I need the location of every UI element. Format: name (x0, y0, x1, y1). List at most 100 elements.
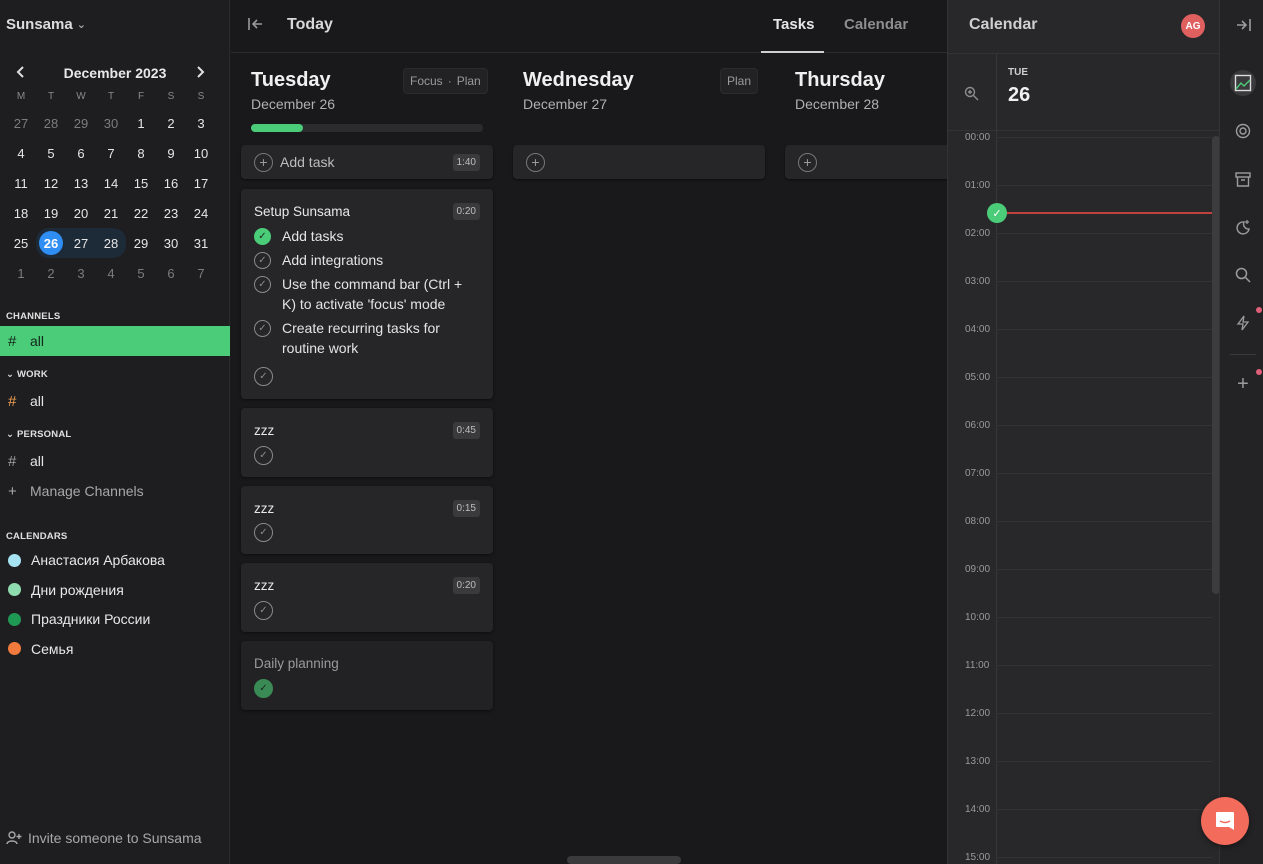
check-icon[interactable]: ✓ (254, 276, 271, 293)
manage-channels-button[interactable]: + Manage Channels (0, 476, 230, 506)
calendar-day[interactable]: 16 (156, 168, 186, 198)
calendar-day[interactable]: 14 (96, 168, 126, 198)
complete-task-toggle[interactable]: ✓ (254, 365, 474, 386)
plan-button[interactable]: Plan (457, 74, 481, 88)
hour-slot[interactable]: 06:00 (948, 420, 1220, 473)
channel-work-all[interactable]: # all (0, 386, 230, 416)
channel-personal-all[interactable]: # all (0, 446, 230, 476)
calendar-day[interactable]: 3 (186, 108, 216, 138)
calendar-day[interactable]: 26 (36, 228, 66, 258)
calendar-day[interactable]: 13 (66, 168, 96, 198)
hour-slot[interactable]: 14:00 (948, 804, 1220, 857)
hour-slot[interactable]: 02:00 (948, 228, 1220, 281)
calendar-day[interactable]: 4 (96, 258, 126, 288)
calendar-item[interactable]: Анастасия Арбакова (0, 546, 230, 574)
collapse-sidebar-icon[interactable] (248, 17, 264, 35)
hour-slot[interactable]: 08:00 (948, 516, 1220, 569)
workspace-switcher[interactable]: Sunsama ⌄ (6, 16, 86, 33)
calendar-day[interactable]: 15 (126, 168, 156, 198)
calendar-day[interactable]: 19 (36, 198, 66, 228)
hour-slot[interactable]: 10:00 (948, 612, 1220, 665)
complete-task-toggle[interactable]: ✓ (254, 521, 474, 542)
calendar-day[interactable]: 5 (126, 258, 156, 288)
calendar-day[interactable]: 21 (96, 198, 126, 228)
calendar-day[interactable]: 5 (36, 138, 66, 168)
chat-support-button[interactable] (1201, 797, 1249, 845)
calendar-day[interactable]: 28 (96, 228, 126, 258)
calendar-day[interactable]: 2 (36, 258, 66, 288)
calendar-day[interactable]: 1 (126, 108, 156, 138)
calendar-day[interactable]: 8 (126, 138, 156, 168)
moon-sparkle-icon[interactable] (1234, 218, 1252, 236)
calendar-day[interactable]: 29 (66, 108, 96, 138)
invite-button[interactable]: Invite someone to Sunsama (6, 830, 202, 846)
calendar-day[interactable]: 2 (156, 108, 186, 138)
target-icon[interactable] (1234, 122, 1252, 140)
hour-slot[interactable]: 13:00 (948, 756, 1220, 809)
calendar-day[interactable]: 29 (126, 228, 156, 258)
focus-button[interactable]: Focus (410, 74, 443, 88)
calendar-day[interactable]: 7 (96, 138, 126, 168)
subtask[interactable]: ✓ Add integrations (254, 250, 474, 270)
hour-slot[interactable]: 11:00 (948, 660, 1220, 713)
add-task-button[interactable]: + (513, 145, 765, 179)
calendar-item[interactable]: Праздники России (0, 605, 230, 633)
add-task-button[interactable]: + (785, 145, 947, 179)
calendar-day[interactable]: 3 (66, 258, 96, 288)
task-time-badge[interactable]: 0:20 (452, 203, 480, 220)
calendar-day[interactable]: 10 (186, 138, 216, 168)
calendar-day[interactable]: 27 (6, 108, 36, 138)
task-time-badge[interactable]: 0:15 (452, 500, 480, 517)
task-time-badge[interactable]: 0:20 (452, 577, 480, 594)
calendar-day[interactable]: 28 (36, 108, 66, 138)
complete-task-toggle[interactable]: ✓ (254, 444, 474, 465)
search-icon[interactable] (1234, 266, 1252, 284)
hour-slot[interactable]: 03:00 (948, 276, 1220, 329)
hour-slot[interactable]: 07:00 (948, 468, 1220, 521)
calendar-day[interactable]: 17 (186, 168, 216, 198)
calendar-item[interactable]: Дни рождения (0, 576, 230, 604)
calendar-day[interactable]: 20 (66, 198, 96, 228)
lightning-icon[interactable] (1234, 314, 1252, 332)
complete-task-toggle[interactable]: ✓ (254, 599, 474, 620)
add-task-button[interactable]: + Add task 1:40 (241, 145, 493, 179)
check-icon[interactable]: ✓ (254, 367, 273, 386)
channel-all[interactable]: # all (0, 326, 230, 356)
collapse-panel-icon[interactable] (1234, 16, 1252, 34)
check-icon[interactable]: ✓ (254, 228, 271, 245)
personal-section-toggle[interactable]: ⌄ PERSONAL (6, 429, 71, 440)
calendar-day[interactable]: 30 (156, 228, 186, 258)
zoom-in-icon[interactable] (964, 86, 979, 104)
avatar[interactable]: AG (1181, 14, 1205, 38)
current-time-check-icon[interactable]: ✓ (987, 203, 1007, 223)
calendar-day[interactable]: 31 (186, 228, 216, 258)
tab-calendar[interactable]: Calendar (844, 16, 908, 33)
calendar-item[interactable]: Семья (0, 635, 230, 663)
hour-slot[interactable]: 04:00 (948, 324, 1220, 377)
hour-slot[interactable]: 15:00 (948, 852, 1220, 864)
task-card-daily-planning[interactable]: Daily planning ✓ (241, 641, 493, 710)
check-icon[interactable]: ✓ (254, 320, 271, 337)
plan-button[interactable]: Plan (720, 68, 759, 94)
task-time-badge[interactable]: 0:45 (452, 422, 480, 439)
calendar-day[interactable]: 1 (6, 258, 36, 288)
check-icon[interactable]: ✓ (254, 679, 273, 698)
task-card[interactable]: zzz 0:20 ✓ (241, 563, 493, 632)
hour-slot[interactable]: 05:00 (948, 372, 1220, 425)
check-icon[interactable]: ✓ (254, 523, 273, 542)
calendar-day[interactable]: 22 (126, 198, 156, 228)
calendar-day[interactable]: 12 (36, 168, 66, 198)
calendar-day[interactable]: 6 (156, 258, 186, 288)
calendar-day[interactable]: 4 (6, 138, 36, 168)
subtask[interactable]: ✓ Add tasks (254, 226, 474, 246)
calendar-day[interactable]: 9 (156, 138, 186, 168)
work-section-toggle[interactable]: ⌄ WORK (6, 369, 48, 380)
check-icon[interactable]: ✓ (254, 446, 273, 465)
plus-icon[interactable]: + (1234, 373, 1252, 395)
task-card[interactable]: zzz 0:15 ✓ (241, 486, 493, 554)
calendar-day[interactable]: 6 (66, 138, 96, 168)
horizontal-scrollbar[interactable] (567, 856, 681, 864)
calendar-day[interactable]: 18 (6, 198, 36, 228)
complete-task-toggle[interactable]: ✓ (254, 677, 474, 698)
calendar-day[interactable]: 30 (96, 108, 126, 138)
